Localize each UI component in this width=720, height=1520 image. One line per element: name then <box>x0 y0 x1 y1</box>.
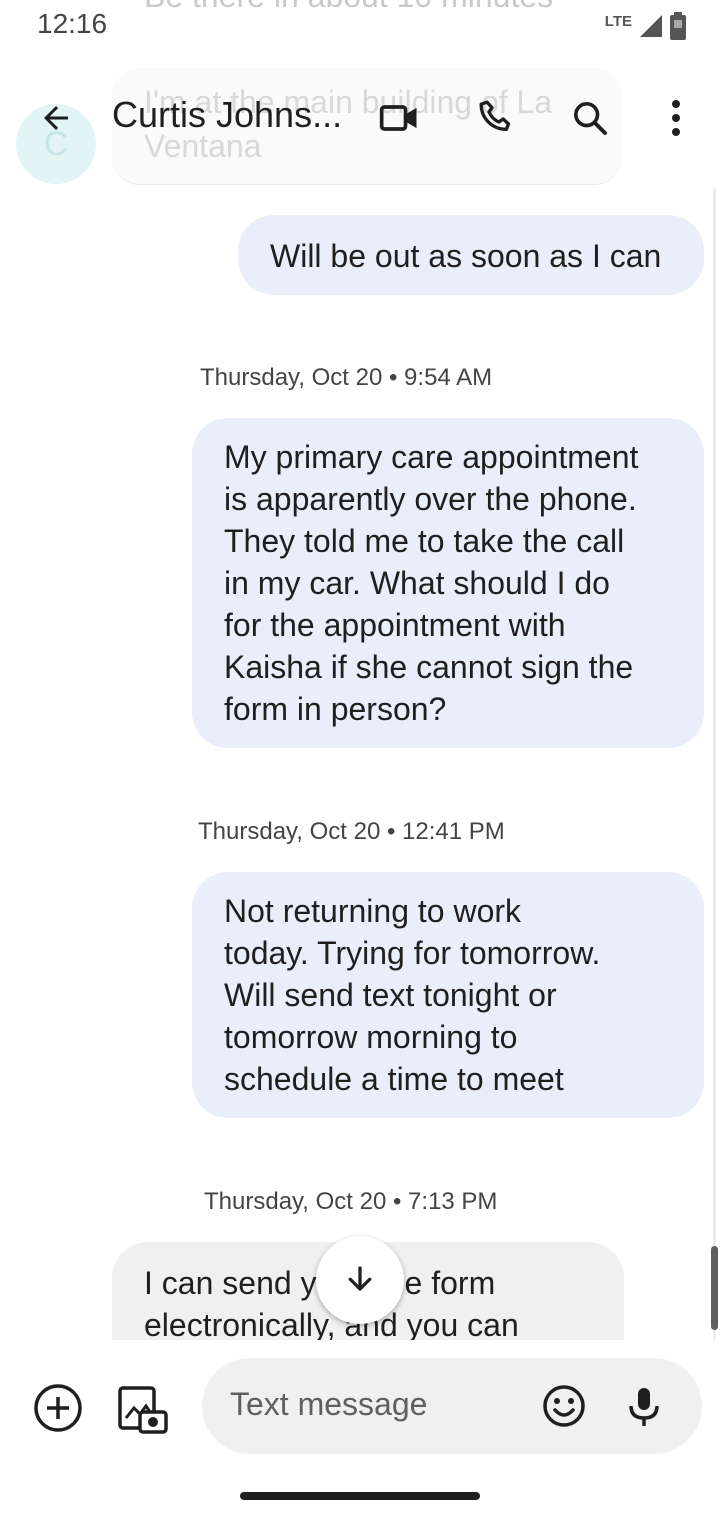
emoji-button[interactable] <box>534 1376 594 1441</box>
search-icon <box>574 102 607 135</box>
more-vert-icon <box>672 100 680 136</box>
conversation-header: Curtis Johns... <box>0 60 720 176</box>
ghost-message-text: Be there in about 10 minutes <box>144 0 553 15</box>
message-line: They told me to take the call <box>224 523 625 559</box>
arrow-down-icon <box>348 1266 372 1291</box>
phone-icon <box>479 100 511 131</box>
message-timestamp: Thursday, Oct 20 • 9:54 AM <box>200 364 493 391</box>
more-options-button[interactable] <box>646 88 706 148</box>
timestamp-day: Thursday, Oct 20 <box>198 818 381 845</box>
timestamp-day: Thursday, Oct 20 <box>200 364 383 391</box>
status-time: 12:16 <box>37 8 108 39</box>
message-line: today. Trying for tomorrow. <box>224 935 601 971</box>
network-type: LTE <box>604 12 632 30</box>
phone-button[interactable] <box>466 88 526 148</box>
mic-icon <box>629 1388 659 1426</box>
message-line: Not returning to work <box>224 893 522 929</box>
message-line: for the appointment with <box>224 607 566 643</box>
message-line-start: I can send y <box>144 1265 317 1301</box>
message-line-end: e form <box>404 1265 496 1301</box>
message-line: My primary care appointment <box>224 439 639 475</box>
scroll-to-bottom-button[interactable] <box>316 1236 404 1324</box>
battery-icon <box>670 12 686 40</box>
back-button[interactable] <box>26 88 86 148</box>
outgoing-message[interactable]: Will be out as soon as I can <box>238 215 704 295</box>
message-timestamp: Thursday, Oct 20 • 12:41 PM <box>198 818 505 845</box>
voice-input-button[interactable] <box>614 1376 674 1441</box>
video-call-button[interactable] <box>370 88 430 148</box>
gallery-camera-icon <box>118 1386 168 1434</box>
timestamp-day: Thursday, Oct 20 <box>204 1188 387 1215</box>
add-circle-icon <box>34 1384 82 1432</box>
message-text: Will be out as soon as I can <box>270 238 662 274</box>
message-line: is apparently over the phone. <box>224 481 637 517</box>
message-line: in my car. What should I do <box>224 565 610 601</box>
video-call-icon <box>379 105 417 131</box>
timestamp-time: 7:13 PM <box>408 1188 498 1215</box>
signal-icon <box>640 15 662 37</box>
add-attachment-button[interactable] <box>28 1378 88 1443</box>
message-timestamp: Thursday, Oct 20 • 7:13 PM <box>204 1188 498 1215</box>
contact-name[interactable]: Curtis Johns... <box>112 94 342 136</box>
timestamp-time: 12:41 PM <box>402 818 505 845</box>
outgoing-message[interactable]: Not returning to work today. Trying for … <box>192 872 704 1118</box>
message-line: schedule a time to meet <box>224 1061 564 1097</box>
message-line: Will send text tonight or <box>224 977 557 1013</box>
status-icons: LTE <box>605 10 686 42</box>
arrow-left-icon <box>44 106 68 130</box>
message-line: Kaisha if she cannot sign the <box>224 649 634 685</box>
timestamp-time: 9:54 AM <box>404 364 493 391</box>
scrollbar-thumb[interactable] <box>711 1246 718 1330</box>
gallery-button[interactable] <box>112 1378 172 1443</box>
outgoing-message[interactable]: My primary care appointment is apparentl… <box>192 418 704 748</box>
message-input-placeholder: Text message <box>230 1386 428 1422</box>
message-line: tomorrow morning to <box>224 1019 518 1055</box>
message-line: form in person? <box>224 691 447 727</box>
search-button[interactable] <box>560 88 620 148</box>
emoji-icon <box>543 1385 585 1427</box>
gesture-navigation-bar[interactable] <box>240 1492 480 1500</box>
message-input[interactable]: Text message <box>202 1358 702 1454</box>
